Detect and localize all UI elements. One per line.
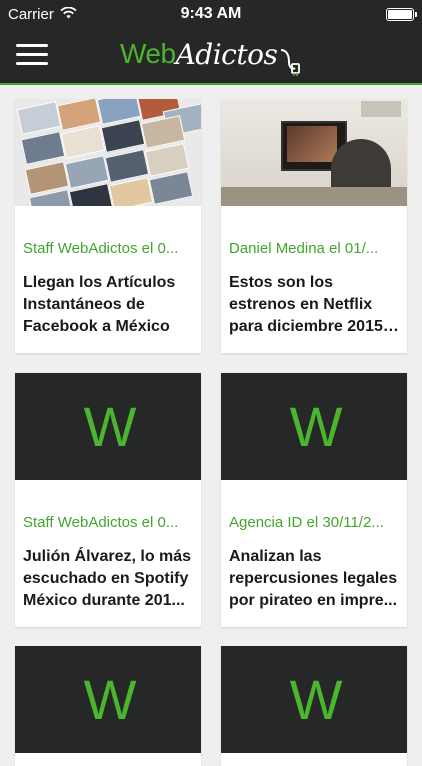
article-meta: Agencia ID el 30/11/2... <box>229 514 384 531</box>
article-thumbnail: W <box>221 646 407 753</box>
article-thumbnail: W <box>15 373 201 480</box>
webadictos-placeholder-icon: W <box>83 668 137 731</box>
clock: 9:43 AM <box>180 5 242 22</box>
article-meta: Staff WebAdictos el 0... <box>23 240 179 257</box>
webadictos-placeholder-icon: W <box>289 395 343 458</box>
article-meta: Staff WebAdictos el 0... <box>23 514 179 531</box>
webadictos-placeholder-icon: W <box>289 668 343 731</box>
article-thumbnail <box>15 99 201 206</box>
article-card[interactable]: W <box>221 646 407 766</box>
logo-web-text: Web <box>120 38 176 69</box>
hamburger-menu-button[interactable] <box>16 44 48 68</box>
article-title: Estos son los estrenos en Netflix para d… <box>229 274 383 335</box>
article-title: Analizan las repercusiones legales por p… <box>229 548 398 609</box>
article-title: Llegan los Artículos Instantáneos de Fac… <box>23 274 176 335</box>
battery-icon <box>386 8 417 21</box>
article-card[interactable]: W <box>15 646 201 766</box>
article-card[interactable]: Daniel Medina el 01/... Estos son los es… <box>221 99 407 353</box>
article-title: Julión Álvarez, lo más escuchado en Spot… <box>23 548 192 609</box>
webadictos-placeholder-icon: W <box>83 395 137 458</box>
article-thumbnail <box>221 99 407 206</box>
article-card[interactable]: W Agencia ID el 30/11/2... Analizan las … <box>221 373 407 627</box>
webadictos-logo: Web Adictos <box>120 38 303 78</box>
article-thumbnail: W <box>15 646 201 753</box>
article-card[interactable]: Staff WebAdictos el 0... Llegan los Artí… <box>15 99 201 353</box>
nav-bar: Web Adictos <box>0 30 422 85</box>
article-card[interactable]: W Staff WebAdictos el 0... Julión Álvare… <box>15 373 201 627</box>
status-bar: Carrier 9:43 AM <box>0 0 422 30</box>
article-thumbnail: W <box>221 373 407 480</box>
article-meta: Daniel Medina el 01/... <box>229 240 379 257</box>
logo-adictos-text: Adictos <box>175 38 278 71</box>
plug-icon <box>279 42 303 83</box>
